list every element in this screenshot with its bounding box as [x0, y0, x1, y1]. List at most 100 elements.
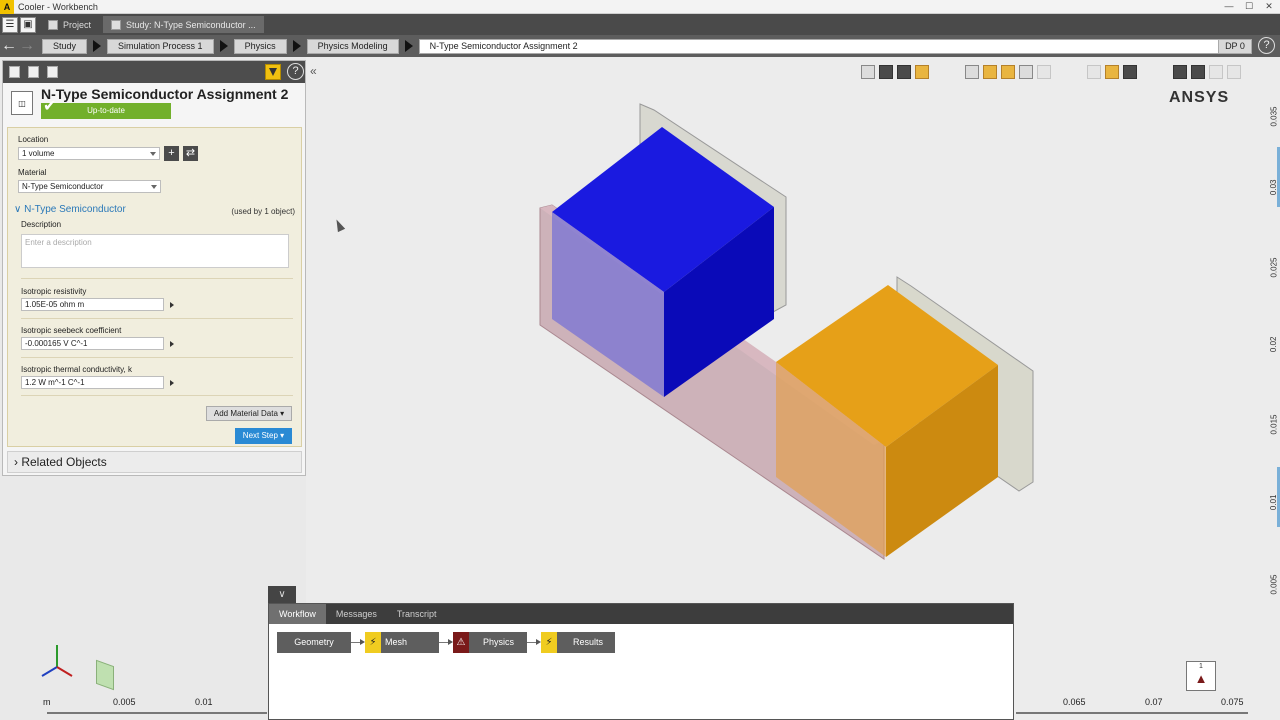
breadcrumb: ← → Study Simulation Process 1 Physics P…	[0, 35, 1280, 57]
save-icon[interactable]: ▣	[20, 16, 36, 33]
close-icon[interactable]: ✕	[1262, 1, 1276, 12]
thermal-conductivity-input[interactable]: 1.2 W m^-1 C^-1	[21, 376, 164, 389]
scale-tick: 0.07	[1145, 697, 1163, 707]
tab-messages[interactable]: Messages	[326, 604, 387, 624]
button-label: Add Material Data	[213, 409, 278, 418]
breadcrumb-separator-icon	[292, 40, 301, 52]
design-point-select[interactable]: DP 0	[1218, 39, 1252, 54]
collapse-workflow-icon[interactable]: ∨	[268, 586, 296, 603]
add-material-data-button[interactable]: Add Material Data ▾	[206, 406, 292, 421]
breadcrumb-item-physics[interactable]: Physics	[233, 38, 287, 54]
scale-tick: 0.015	[1269, 414, 1279, 435]
minimize-icon[interactable]: —	[1222, 1, 1236, 12]
scale-tick: 0.01	[195, 697, 213, 707]
workflow-node-geometry[interactable]: Geometry	[277, 632, 351, 653]
scale-tick: 0.065	[1063, 697, 1086, 707]
panel-toolbar: ?	[3, 61, 305, 83]
warning-count: 1	[1199, 663, 1203, 670]
divider	[21, 278, 293, 279]
node-label: Geometry	[294, 637, 334, 647]
material-select[interactable]: N-Type Semiconductor	[18, 180, 161, 193]
new-icon[interactable]	[9, 66, 20, 78]
status-badge: Up-to-date	[41, 103, 171, 119]
delete-icon[interactable]	[47, 66, 58, 78]
description-field[interactable]: Enter a description	[21, 234, 289, 268]
window-controls: — ☐ ✕	[1222, 1, 1276, 12]
node-label: Mesh	[385, 637, 408, 647]
warning-icon: ⚠	[453, 632, 469, 653]
workflow-node-mesh[interactable]: ⚡ Mesh	[365, 632, 439, 653]
triad-icon	[41, 645, 73, 677]
expand-arrow-icon[interactable]	[170, 302, 174, 308]
workflow-node-results[interactable]: ⚡ Results	[541, 632, 615, 653]
location-label: Location	[18, 135, 49, 144]
scale-line	[47, 712, 267, 714]
prop-label: Isotropic resistivity	[21, 287, 87, 296]
workflow-arrow	[439, 639, 453, 645]
project-icon	[48, 19, 58, 30]
scale-tick: 0.005	[113, 697, 136, 707]
right-scale: 0.035 0.03 0.025 0.02 0.015 0.01 0.005	[1256, 87, 1280, 717]
expand-arrow-icon[interactable]	[170, 380, 174, 386]
button-label: Next Step	[242, 431, 278, 440]
lightning-icon: ⚡	[541, 632, 557, 653]
workflow-arrow	[351, 639, 365, 645]
collapse-panel-icon[interactable]: «	[310, 64, 317, 78]
study-icon	[111, 19, 122, 30]
tab-study[interactable]: Study: N-Type Semiconductor ...	[103, 16, 264, 33]
location-value: 1 volume	[22, 149, 55, 158]
maximize-icon[interactable]: ☐	[1242, 1, 1256, 12]
filter-icon[interactable]	[265, 64, 281, 80]
chevron-down-icon: ∨	[14, 204, 22, 215]
material-label: Material	[18, 168, 47, 177]
help-icon[interactable]: ?	[287, 63, 304, 80]
menu-icon[interactable]: ☰	[2, 16, 18, 33]
divider	[21, 357, 293, 358]
swap-icon[interactable]: ⇄	[183, 146, 198, 161]
related-objects-label: Related Objects	[21, 455, 107, 469]
node-label: Results	[573, 637, 604, 647]
breadcrumb-item-current[interactable]: N-Type Semiconductor Assignment 2	[418, 38, 1225, 54]
object-header: ◫ N-Type Semiconductor Assignment 2 Up-t…	[3, 83, 305, 127]
breadcrumb-item-study[interactable]: Study	[42, 38, 88, 54]
tab-transcript[interactable]: Transcript	[387, 604, 447, 624]
lightning-icon: ⚡	[365, 632, 381, 653]
breadcrumb-item-physics-modeling[interactable]: Physics Modeling	[306, 38, 399, 54]
related-objects-section[interactable]: › Related Objects	[7, 451, 302, 473]
prop-label: Isotropic thermal conductivity, k	[21, 365, 133, 374]
next-step-button[interactable]: Next Step ▾	[235, 428, 292, 444]
breadcrumb-separator-icon	[219, 40, 228, 52]
node-label: Physics	[483, 637, 515, 647]
prop-label: Isotropic seebeck coefficient	[21, 326, 122, 335]
scale-tick: 0.02	[1269, 336, 1279, 353]
expand-arrow-icon[interactable]	[170, 341, 174, 347]
copy-icon[interactable]	[28, 66, 39, 78]
workflow-node-physics[interactable]: ⚠ Physics	[453, 632, 527, 653]
object-title: N-Type Semiconductor Assignment 2	[41, 86, 289, 102]
scale-tick: 0.035	[1269, 106, 1279, 127]
scale-tick: m	[43, 697, 51, 707]
warning-indicator[interactable]: 1 ▲	[1186, 661, 1216, 691]
seebeck-input[interactable]: -0.000165 V C^-1	[21, 337, 164, 350]
section-title: N-Type Semiconductor	[24, 204, 126, 215]
app-logo-icon: A	[0, 0, 14, 14]
help-icon[interactable]: ?	[1258, 37, 1275, 54]
tab-workflow[interactable]: Workflow	[269, 604, 326, 624]
assignment-icon: ◫	[11, 91, 33, 115]
scale-tick: 0.025	[1269, 257, 1279, 278]
scale-tick: 0.005	[1269, 574, 1279, 595]
description-label: Description	[21, 220, 62, 229]
window-title: Cooler - Workbench	[18, 1, 98, 12]
breadcrumb-item-simulation[interactable]: Simulation Process 1	[107, 38, 214, 54]
resistivity-input[interactable]: 1.05E-05 ohm m	[21, 298, 164, 311]
forward-arrow-icon[interactable]: →	[18, 37, 36, 55]
scale-tick: 0.075	[1221, 697, 1244, 707]
material-value: N-Type Semiconductor	[22, 182, 104, 191]
add-location-button[interactable]: +	[164, 146, 179, 161]
tab-project[interactable]: Project	[40, 16, 99, 33]
chevron-down-icon	[151, 185, 157, 189]
tab-strip: ☰ ▣ Project Study: N-Type Semiconductor …	[0, 14, 1280, 35]
back-arrow-icon[interactable]: ←	[0, 37, 18, 55]
chevron-down-icon	[150, 152, 156, 156]
location-select[interactable]: 1 volume	[18, 147, 160, 160]
